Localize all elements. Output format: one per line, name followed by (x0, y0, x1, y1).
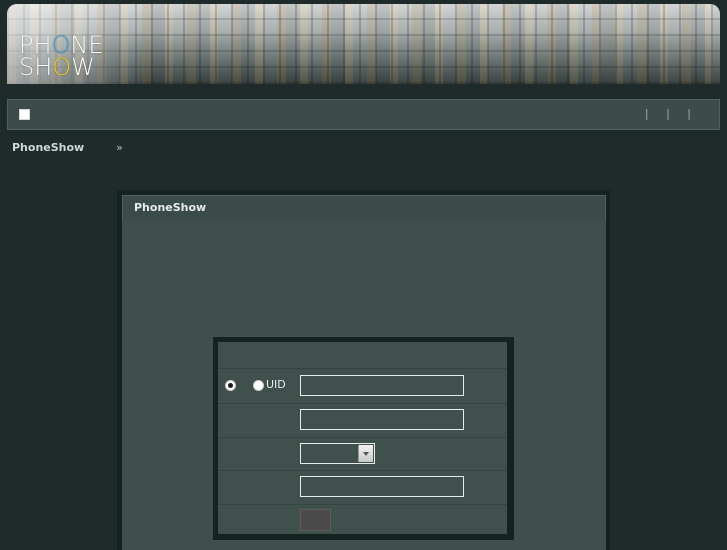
breadcrumb: PhoneShow » (12, 141, 123, 154)
form-row-divider (218, 437, 507, 438)
uid-label: UID (266, 378, 286, 391)
chevron-down-icon[interactable] (358, 445, 373, 462)
nav-menu-icon[interactable] (19, 109, 30, 120)
main-panel-header: PhoneShow (122, 195, 606, 221)
nav-links: | | | (631, 107, 691, 120)
login-submit-button[interactable] (300, 509, 331, 531)
security-question-select[interactable] (300, 443, 375, 464)
panel-title: PhoneShow (134, 201, 207, 214)
nav-separator: | (666, 107, 670, 120)
form-row-divider (218, 368, 507, 369)
login-form (218, 342, 507, 534)
nav-separator: | (687, 107, 691, 120)
top-navbar: | | | (7, 99, 720, 130)
breadcrumb-separator: » (116, 141, 123, 154)
header-banner: PHONE SHOW (7, 4, 720, 84)
site-logo[interactable]: PHONE SHOW (19, 33, 104, 81)
nav-separator: | (644, 107, 649, 120)
login-type-radio-uid[interactable] (253, 380, 264, 391)
password-input[interactable] (300, 409, 464, 430)
form-row-divider (218, 504, 507, 505)
logo-line-show: SHOW (19, 53, 95, 81)
login-type-radio-username[interactable] (225, 380, 236, 391)
form-row-divider (218, 470, 507, 471)
security-answer-input[interactable] (300, 476, 464, 497)
username-input[interactable] (300, 375, 464, 396)
breadcrumb-home-link[interactable]: PhoneShow (12, 141, 84, 154)
form-row-divider (218, 403, 507, 404)
